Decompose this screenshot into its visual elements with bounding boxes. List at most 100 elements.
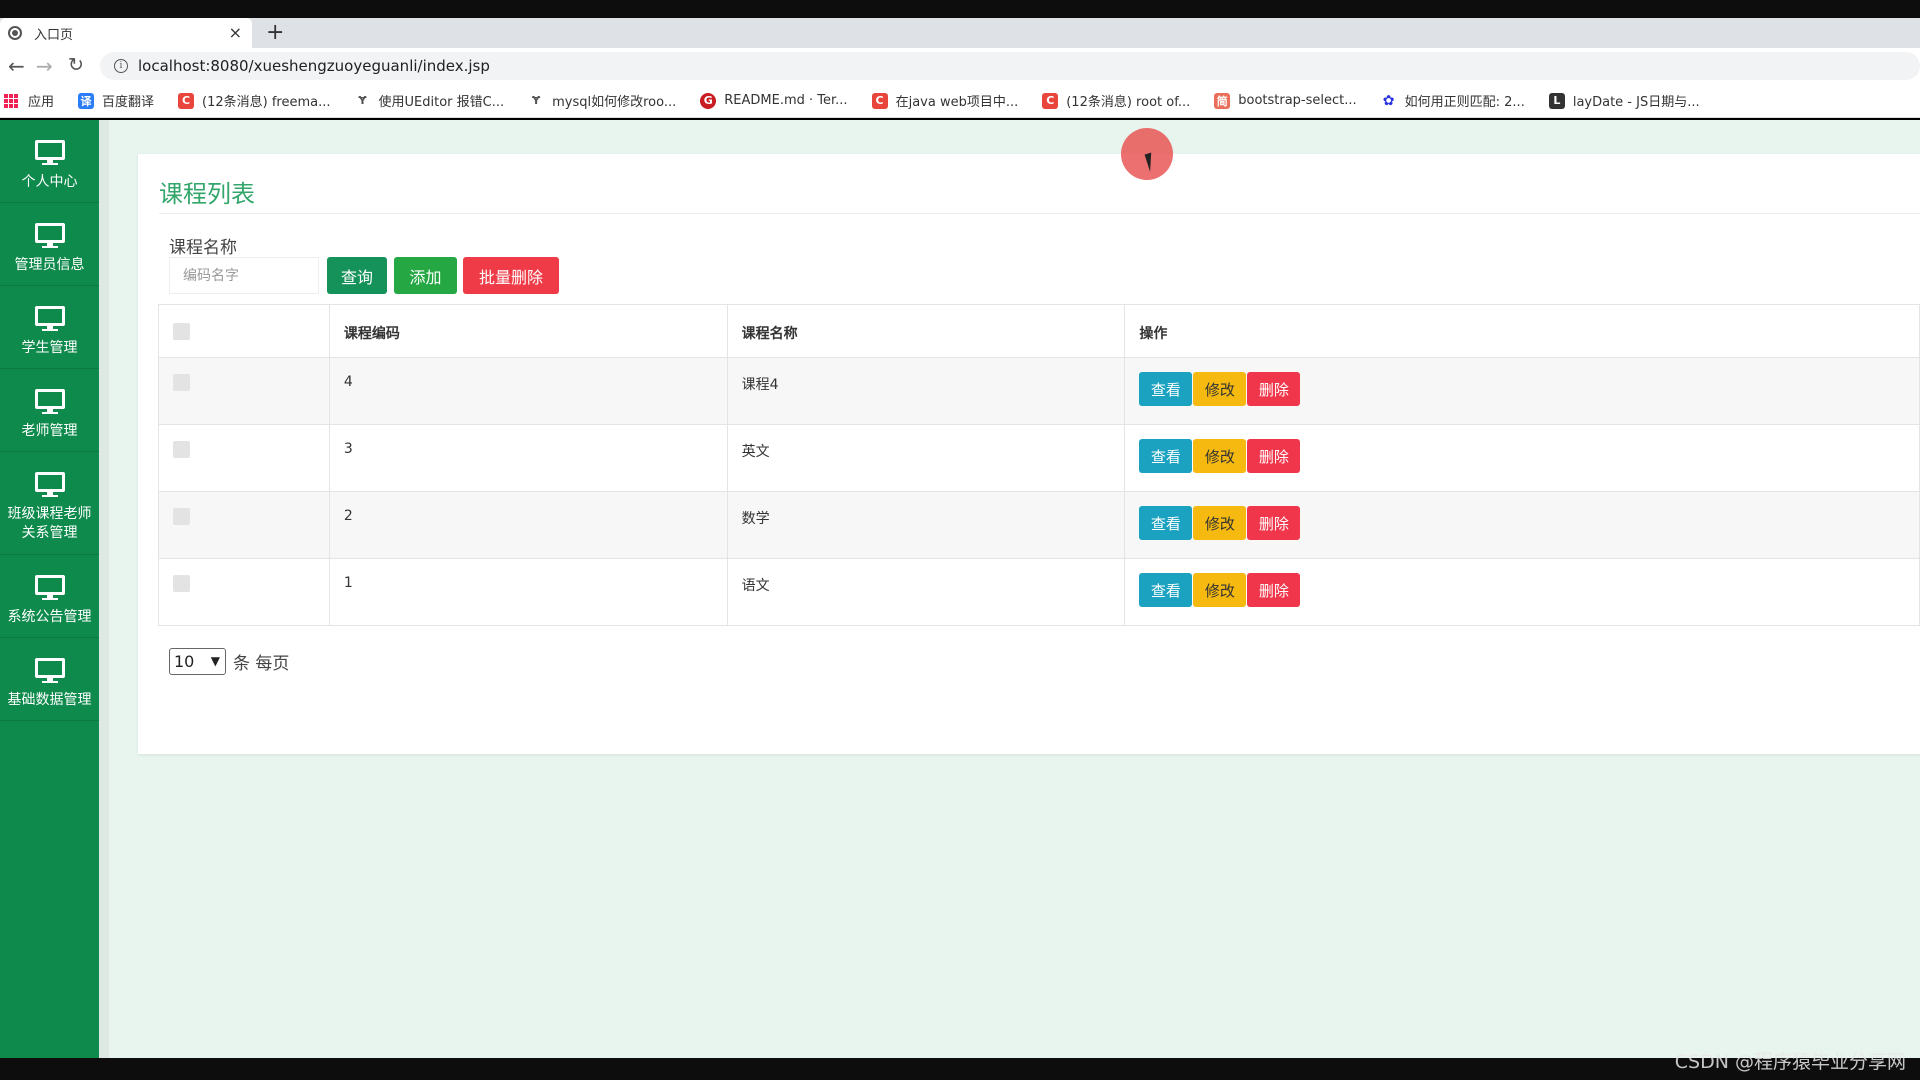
view-button[interactable]: 查看 (1139, 573, 1193, 607)
gitee-icon: G (700, 92, 717, 109)
query-button[interactable]: 查询 (327, 257, 387, 294)
bookmark-label: 应用 (28, 95, 55, 110)
course-code: 4 (328, 357, 728, 425)
csdn-icon: C (178, 92, 195, 109)
delete-button[interactable]: 删除 (1247, 372, 1301, 406)
column-header: 操作 (1124, 304, 1920, 358)
row-checkbox[interactable] (173, 575, 190, 592)
bookmark-item[interactable]: ✿ 如何用正则匹配: 2... (1381, 91, 1525, 111)
edit-button[interactable]: 修改 (1193, 372, 1247, 406)
select-all-checkbox[interactable] (173, 323, 190, 340)
view-button[interactable]: 查看 (1139, 372, 1193, 406)
delete-button[interactable]: 删除 (1247, 573, 1301, 607)
add-button[interactable]: 添加 (394, 257, 457, 294)
delete-button[interactable]: 删除 (1247, 439, 1301, 473)
row-actions: 查看 修改 删除 (1139, 506, 1919, 540)
monitor-icon (34, 658, 65, 683)
search-label: 课程名称 (169, 238, 237, 258)
bookmark-apps[interactable]: 应用 (0, 91, 54, 110)
info-icon[interactable]: i (114, 59, 128, 73)
table-row: 1 语文 查看 修改 删除 (158, 558, 1920, 626)
monitor-icon (34, 389, 65, 414)
sidebar-item-class-course-teacher[interactable]: 班级课程老师 关系管理 (0, 452, 99, 555)
sidebar-item-students[interactable]: 学生管理 (0, 286, 99, 369)
page-size-value: 10 (174, 652, 195, 671)
bookmark-label: (12条消息) freema... (202, 95, 331, 110)
sidebar-item-announcements[interactable]: 系统公告管理 (0, 555, 99, 638)
table-row: 3 英文 查看 修改 删除 (158, 424, 1920, 492)
bookmark-item[interactable]: L layDate - JS日期与... (1548, 91, 1700, 110)
sidebar-item-label: 系统公告管理 (7, 609, 92, 625)
back-arrow-icon[interactable]: ← (8, 54, 25, 78)
view-button[interactable]: 查看 (1139, 506, 1193, 540)
browser-tabbar: 入口页 × + (0, 18, 1920, 48)
row-actions: 查看 修改 删除 (1139, 372, 1919, 406)
edit-button[interactable]: 修改 (1193, 573, 1247, 607)
table-row: 2 数学 查看 修改 删除 (158, 491, 1920, 559)
select-all-cell (158, 304, 330, 358)
top-frame (0, 0, 1920, 18)
sidebar-item-label: 班级课程老师 关系管理 (7, 506, 92, 541)
sidebar-item-base-data[interactable]: 基础数据管理 (0, 638, 99, 721)
jianshu-icon: 简 (1214, 92, 1231, 109)
page-size-suffix: 条 每页 (233, 654, 290, 674)
bottom-frame (0, 1058, 1920, 1080)
bookmark-label: bootstrap-select... (1238, 93, 1357, 108)
course-name: 数学 (726, 491, 1126, 559)
csdn-icon: C (871, 92, 888, 109)
sidebar-item-label: 学生管理 (21, 340, 78, 356)
pagination: 10 ▼ 条 每页 (169, 648, 289, 675)
search-input[interactable] (169, 257, 319, 294)
course-name: 语文 (726, 558, 1126, 626)
bookmark-item[interactable]: C (12条消息) root of... (1042, 91, 1190, 110)
content-area: 课程列表 课程名称 查询 添加 批量删除 课程编码 课程名称 操作 (99, 120, 1920, 1058)
column-header: 课程编码 (328, 304, 728, 358)
row-checkbox[interactable] (173, 374, 190, 391)
sidebar-item-personal-center[interactable]: 个人中心 (0, 120, 99, 203)
row-actions: 查看 修改 删除 (1139, 573, 1919, 607)
bookmark-item[interactable]: G README.md · Ter... (700, 92, 848, 109)
tab-close-icon[interactable]: × (229, 23, 242, 42)
reload-icon[interactable]: ↻ (68, 54, 84, 76)
monitor-icon (34, 223, 65, 248)
sidebar-item-label: 管理员信息 (14, 257, 85, 273)
address-bar: ← → ↻ i localhost:8080/xueshengzuoyeguan… (0, 48, 1920, 84)
sidebar-item-teachers[interactable]: 老师管理 (0, 369, 99, 452)
page-size-select[interactable]: 10 ▼ (169, 648, 226, 675)
bookmark-label: 如何用正则匹配: 2... (1404, 95, 1525, 110)
bookmark-label: README.md · Ter... (724, 93, 848, 108)
bookmark-item[interactable]: Ɏ mysql如何修改roo... (528, 91, 676, 110)
forward-arrow-icon[interactable]: → (36, 54, 53, 78)
url-field[interactable]: i localhost:8080/xueshengzuoyeguanli/ind… (100, 52, 1920, 80)
bookmark-item[interactable]: C 在java web项目中... (871, 91, 1019, 110)
monitor-icon (34, 575, 65, 600)
sidebar-item-label: 个人中心 (21, 174, 78, 190)
table-row: 4 课程4 查看 修改 删除 (158, 357, 1920, 425)
bookmark-item[interactable]: C (12条消息) freema... (178, 91, 331, 110)
watermark: CSDN @程序猿毕业分享网 (1674, 1051, 1906, 1073)
bookmark-label: (12条消息) root of... (1066, 95, 1191, 110)
row-checkbox[interactable] (173, 441, 190, 458)
course-name: 课程4 (726, 357, 1126, 425)
bookmark-item[interactable]: 译 百度翻译 (78, 91, 154, 110)
course-code: 3 (328, 424, 728, 492)
delete-button[interactable]: 删除 (1247, 506, 1301, 540)
row-checkbox[interactable] (173, 508, 190, 525)
zhihu-icon: Ɏ (358, 94, 367, 107)
sidebar-item-admin-info[interactable]: 管理员信息 (0, 203, 99, 286)
baidu-translate-icon: 译 (78, 92, 95, 109)
edit-button[interactable]: 修改 (1193, 506, 1247, 540)
view-button[interactable]: 查看 (1139, 439, 1193, 473)
bookmark-item[interactable]: Ɏ 使用UEditor 报错C... (355, 91, 505, 110)
edit-button[interactable]: 修改 (1193, 439, 1247, 473)
bookmark-label: 在java web项目中... (895, 95, 1019, 110)
browser-tab[interactable]: 入口页 × (0, 18, 252, 48)
batch-delete-button[interactable]: 批量删除 (463, 257, 559, 294)
bookmark-label: layDate - JS日期与... (1572, 95, 1700, 110)
row-actions: 查看 修改 删除 (1139, 439, 1919, 473)
bookmark-item[interactable]: 简 bootstrap-select... (1214, 92, 1357, 109)
new-tab-icon[interactable]: + (266, 20, 284, 45)
course-table: 课程编码 课程名称 操作 4 课程4 查看 修改 删除 3 英文 查看 修改 删… (158, 304, 1920, 626)
column-header: 课程名称 (726, 304, 1126, 358)
monitor-icon (34, 306, 65, 331)
